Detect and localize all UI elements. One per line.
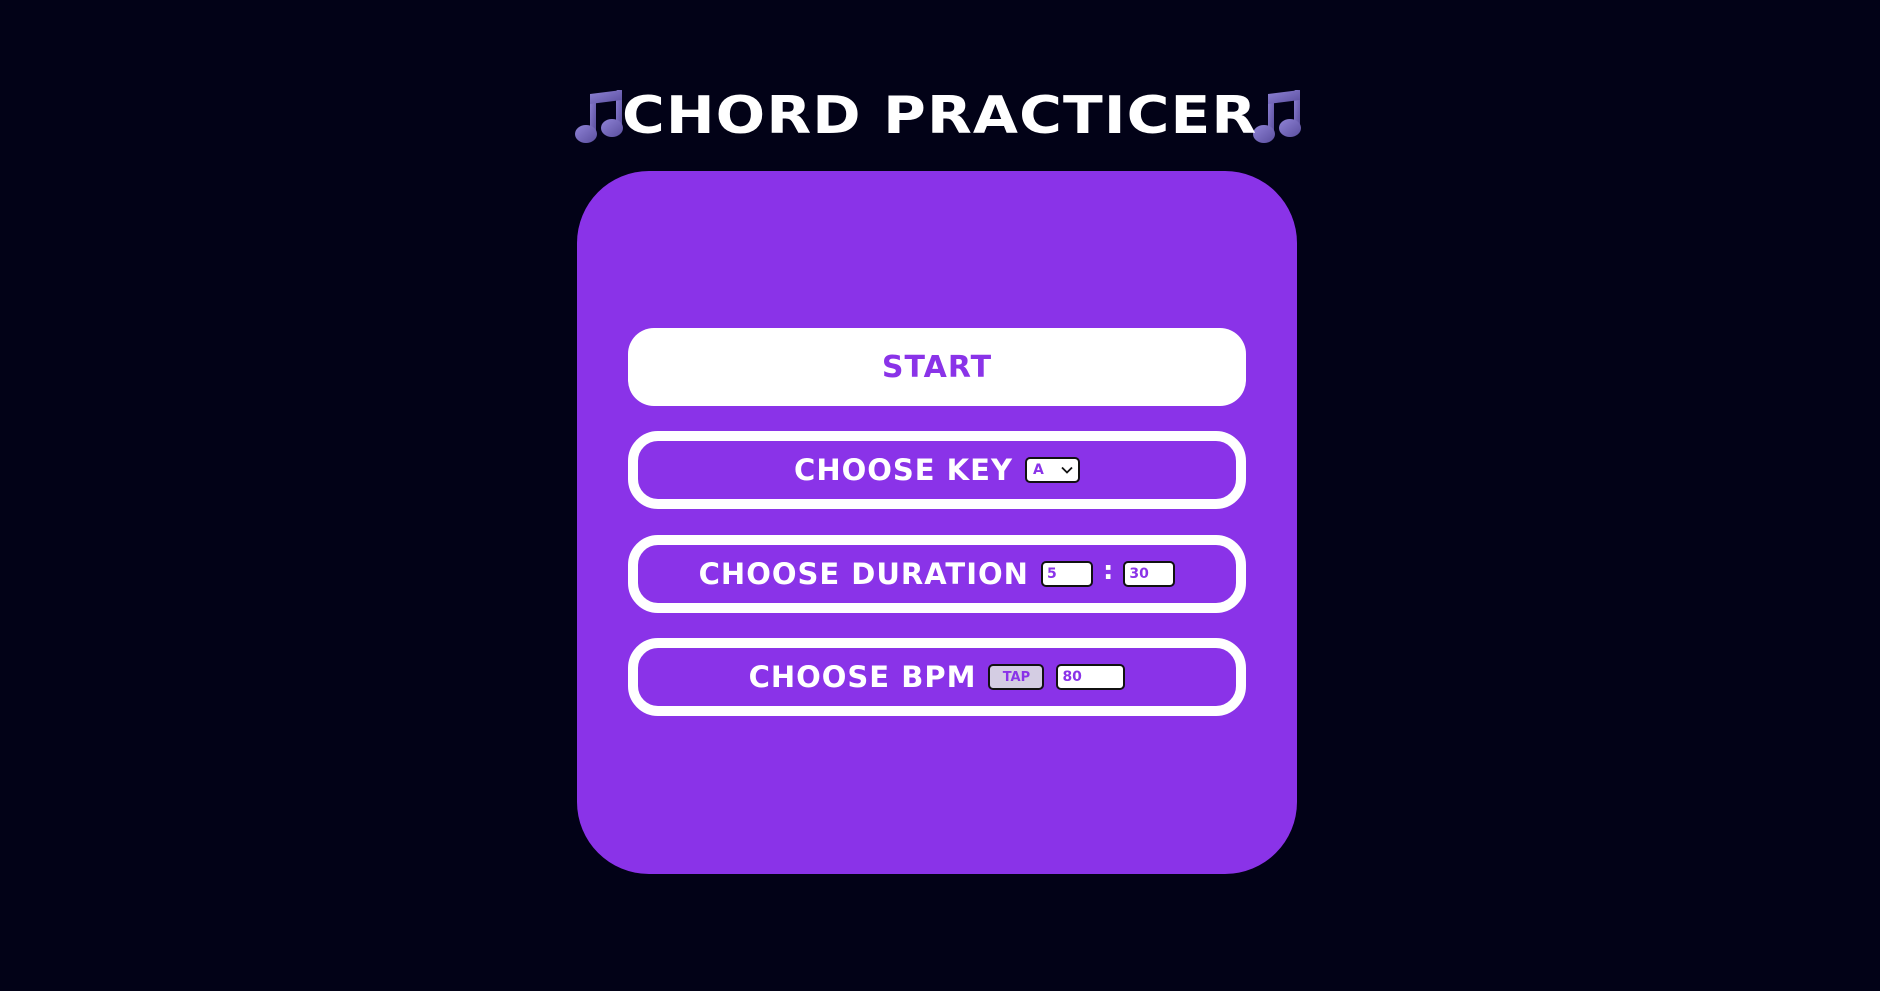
duration-separator: : (1102, 556, 1114, 586)
bpm-label: CHOOSE BPM (748, 660, 977, 694)
musical-notes-icon (1252, 88, 1306, 144)
key-select[interactable]: A (1024, 457, 1080, 483)
duration-row: CHOOSE DURATION 5 : 30 (628, 535, 1246, 613)
tap-button[interactable]: TAP (988, 664, 1045, 690)
key-label: CHOOSE KEY (794, 453, 1013, 487)
duration-label: CHOOSE DURATION (698, 557, 1029, 591)
key-select-value: A (1032, 462, 1044, 478)
bpm-row: CHOOSE BPM TAP 80 (628, 638, 1246, 716)
app-page: CHORD PRACTICER START CHOOSE KEY A CHOOS… (0, 0, 1880, 991)
settings-card: START CHOOSE KEY A CHOOSE DURATION 5 : 3… (577, 171, 1297, 874)
header: CHORD PRACTICER (0, 84, 1880, 148)
bpm-input[interactable]: 80 (1056, 664, 1126, 690)
musical-notes-icon (574, 88, 628, 144)
duration-seconds-input[interactable]: 30 (1123, 561, 1176, 587)
key-row: CHOOSE KEY A (628, 431, 1246, 509)
start-button[interactable]: START (628, 328, 1246, 406)
page-title: CHORD PRACTICER (622, 86, 1258, 146)
chevron-down-icon (1061, 466, 1073, 474)
duration-minutes-input[interactable]: 5 (1040, 561, 1093, 587)
